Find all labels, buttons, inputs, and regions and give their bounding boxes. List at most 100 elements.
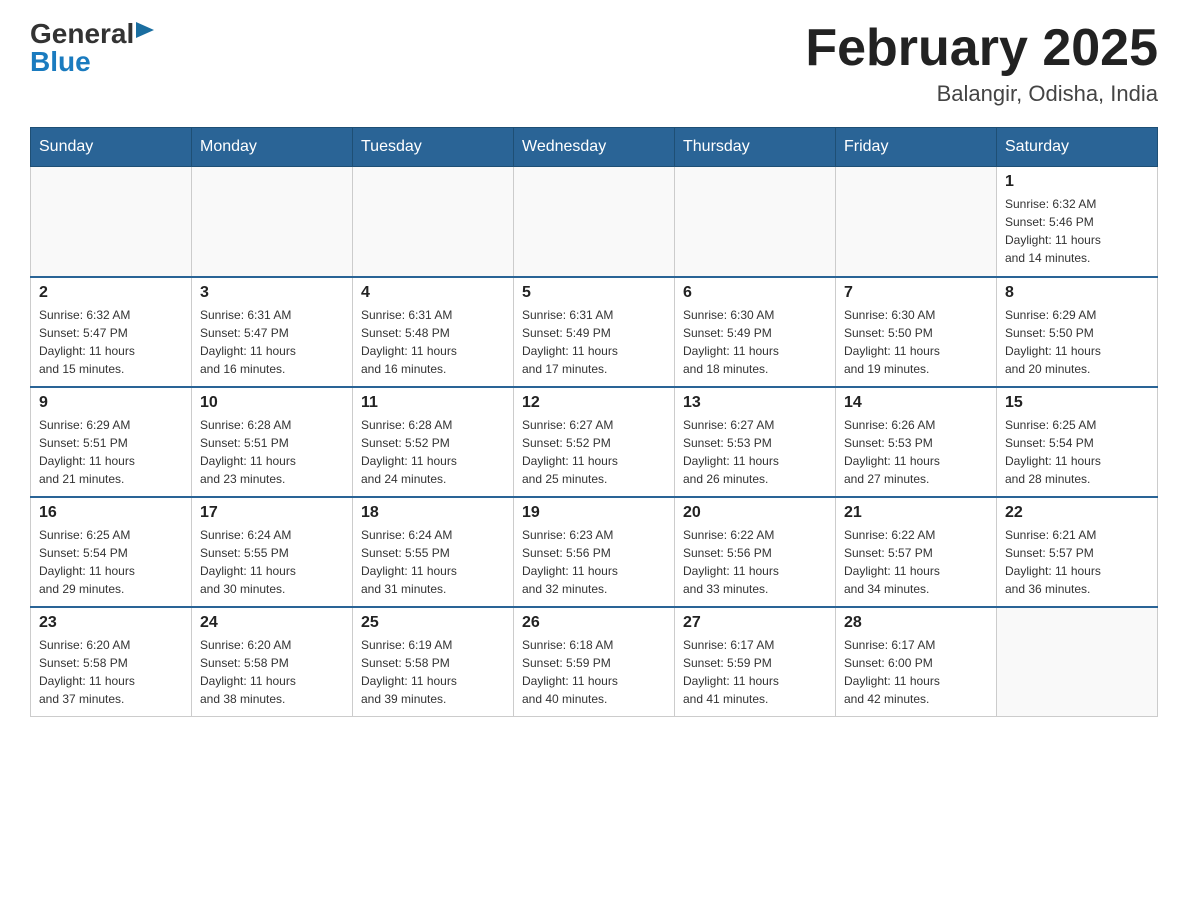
calendar-cell: 27Sunrise: 6:17 AM Sunset: 5:59 PM Dayli…	[675, 607, 836, 717]
calendar-cell	[997, 607, 1158, 717]
day-number: 5	[522, 284, 666, 302]
day-number: 4	[361, 284, 505, 302]
day-info: Sunrise: 6:24 AM Sunset: 5:55 PM Dayligh…	[361, 526, 505, 598]
calendar-cell: 2 Sunrise: 6:32 AM Sunset: 5:47 PM Daylig…	[31, 277, 192, 387]
calendar-week-row-2: 2 Sunrise: 6:32 AM Sunset: 5:47 PM Daylig…	[31, 277, 1158, 387]
day-info: Sunrise: 6:22 AM Sunset: 5:57 PM Dayligh…	[844, 526, 988, 598]
calendar-cell: 10 Sunrise: 6:28 AM Sunset: 5:51 PM Dayli…	[192, 387, 353, 497]
calendar-cell: 4 Sunrise: 6:31 AM Sunset: 5:48 PM Daylig…	[353, 277, 514, 387]
calendar-cell: 17 Sunrise: 6:24 AM Sunset: 5:55 PM Dayli…	[192, 497, 353, 607]
calendar-cell	[353, 167, 514, 277]
calendar-week-row-3: 9 Sunrise: 6:29 AM Sunset: 5:51 PM Daylig…	[31, 387, 1158, 497]
month-title: February 2025	[805, 20, 1158, 77]
calendar-cell: 19 Sunrise: 6:23 AM Sunset: 5:56 PM Dayli…	[514, 497, 675, 607]
day-info: Sunrise: 6:22 AM Sunset: 5:56 PM Dayligh…	[683, 526, 827, 598]
day-info: Sunrise: 6:26 AM Sunset: 5:53 PM Dayligh…	[844, 416, 988, 488]
day-number: 25	[361, 614, 505, 632]
day-number: 23	[39, 614, 183, 632]
calendar-cell: 28Sunrise: 6:17 AM Sunset: 6:00 PM Dayli…	[836, 607, 997, 717]
calendar-cell: 7 Sunrise: 6:30 AM Sunset: 5:50 PM Daylig…	[836, 277, 997, 387]
calendar-week-row-5: 23 Sunrise: 6:20 AM Sunset: 5:58 PM Dayli…	[31, 607, 1158, 717]
title-block: February 2025 Balangir, Odisha, India	[805, 20, 1158, 107]
calendar-cell: 9 Sunrise: 6:29 AM Sunset: 5:51 PM Daylig…	[31, 387, 192, 497]
location: Balangir, Odisha, India	[805, 81, 1158, 107]
day-info: Sunrise: 6:19 AM Sunset: 5:58 PM Dayligh…	[361, 636, 505, 708]
day-info: Sunrise: 6:24 AM Sunset: 5:55 PM Dayligh…	[200, 526, 344, 598]
day-info: Sunrise: 6:31 AM Sunset: 5:47 PM Dayligh…	[200, 306, 344, 378]
day-number: 21	[844, 504, 988, 522]
calendar-cell: 3 Sunrise: 6:31 AM Sunset: 5:47 PM Daylig…	[192, 277, 353, 387]
calendar-table: SundayMondayTuesdayWednesdayThursdayFrid…	[30, 127, 1158, 717]
calendar-header-friday: Friday	[836, 128, 997, 167]
day-number: 9	[39, 394, 183, 412]
day-number: 14	[844, 394, 988, 412]
day-number: 24	[200, 614, 344, 632]
calendar-cell: 1 Sunrise: 6:32 AM Sunset: 5:46 PM Daylig…	[997, 167, 1158, 277]
calendar-header-sunday: Sunday	[31, 128, 192, 167]
calendar-cell: 26 Sunrise: 6:18 AM Sunset: 5:59 PM Dayli…	[514, 607, 675, 717]
day-info: Sunrise: 6:25 AM Sunset: 5:54 PM Dayligh…	[39, 526, 183, 598]
calendar-header-saturday: Saturday	[997, 128, 1158, 167]
day-info: Sunrise: 6:32 AM Sunset: 5:46 PM Dayligh…	[1005, 195, 1149, 267]
day-number: 3	[200, 284, 344, 302]
day-info: Sunrise: 6:31 AM Sunset: 5:49 PM Dayligh…	[522, 306, 666, 378]
day-number: 28	[844, 614, 988, 632]
day-info: Sunrise: 6:23 AM Sunset: 5:56 PM Dayligh…	[522, 526, 666, 598]
day-info: Sunrise: 6:20 AM Sunset: 5:58 PM Dayligh…	[200, 636, 344, 708]
day-number: 15	[1005, 394, 1149, 412]
day-number: 2	[39, 284, 183, 302]
day-number: 18	[361, 504, 505, 522]
day-number: 17	[200, 504, 344, 522]
day-number: 10	[200, 394, 344, 412]
day-info: Sunrise: 6:29 AM Sunset: 5:50 PM Dayligh…	[1005, 306, 1149, 378]
calendar-cell: 6Sunrise: 6:30 AM Sunset: 5:49 PM Daylig…	[675, 277, 836, 387]
day-number: 1	[1005, 173, 1149, 191]
day-number: 20	[683, 504, 827, 522]
day-info: Sunrise: 6:29 AM Sunset: 5:51 PM Dayligh…	[39, 416, 183, 488]
calendar-cell: 21 Sunrise: 6:22 AM Sunset: 5:57 PM Dayli…	[836, 497, 997, 607]
day-info: Sunrise: 6:32 AM Sunset: 5:47 PM Dayligh…	[39, 306, 183, 378]
calendar-cell: 22Sunrise: 6:21 AM Sunset: 5:57 PM Dayli…	[997, 497, 1158, 607]
calendar-cell: 5 Sunrise: 6:31 AM Sunset: 5:49 PM Daylig…	[514, 277, 675, 387]
calendar-cell	[31, 167, 192, 277]
calendar-cell	[836, 167, 997, 277]
day-number: 16	[39, 504, 183, 522]
day-number: 7	[844, 284, 988, 302]
calendar-cell: 25 Sunrise: 6:19 AM Sunset: 5:58 PM Dayli…	[353, 607, 514, 717]
calendar-cell: 23 Sunrise: 6:20 AM Sunset: 5:58 PM Dayli…	[31, 607, 192, 717]
day-number: 12	[522, 394, 666, 412]
logo: General Blue	[30, 20, 156, 76]
calendar-header-wednesday: Wednesday	[514, 128, 675, 167]
day-info: Sunrise: 6:25 AM Sunset: 5:54 PM Dayligh…	[1005, 416, 1149, 488]
calendar-cell: 15 Sunrise: 6:25 AM Sunset: 5:54 PM Dayli…	[997, 387, 1158, 497]
calendar-cell	[514, 167, 675, 277]
day-info: Sunrise: 6:20 AM Sunset: 5:58 PM Dayligh…	[39, 636, 183, 708]
day-number: 19	[522, 504, 666, 522]
logo-blue-text: Blue	[30, 48, 91, 76]
calendar-week-row-1: 1 Sunrise: 6:32 AM Sunset: 5:46 PM Daylig…	[31, 167, 1158, 277]
day-number: 8	[1005, 284, 1149, 302]
calendar-week-row-4: 16 Sunrise: 6:25 AM Sunset: 5:54 PM Dayli…	[31, 497, 1158, 607]
calendar-cell	[192, 167, 353, 277]
day-number: 6	[683, 284, 827, 302]
calendar-cell	[675, 167, 836, 277]
calendar-header-monday: Monday	[192, 128, 353, 167]
calendar-cell: 12Sunrise: 6:27 AM Sunset: 5:52 PM Dayli…	[514, 387, 675, 497]
calendar-cell: 24 Sunrise: 6:20 AM Sunset: 5:58 PM Dayli…	[192, 607, 353, 717]
calendar-cell: 18 Sunrise: 6:24 AM Sunset: 5:55 PM Dayli…	[353, 497, 514, 607]
day-info: Sunrise: 6:31 AM Sunset: 5:48 PM Dayligh…	[361, 306, 505, 378]
calendar-cell: 11 Sunrise: 6:28 AM Sunset: 5:52 PM Dayli…	[353, 387, 514, 497]
logo-general-text: General	[30, 20, 134, 48]
day-info: Sunrise: 6:28 AM Sunset: 5:52 PM Dayligh…	[361, 416, 505, 488]
calendar-header-row: SundayMondayTuesdayWednesdayThursdayFrid…	[31, 128, 1158, 167]
day-number: 26	[522, 614, 666, 632]
day-number: 11	[361, 394, 505, 412]
day-info: Sunrise: 6:17 AM Sunset: 5:59 PM Dayligh…	[683, 636, 827, 708]
day-info: Sunrise: 6:21 AM Sunset: 5:57 PM Dayligh…	[1005, 526, 1149, 598]
calendar-cell: 8 Sunrise: 6:29 AM Sunset: 5:50 PM Daylig…	[997, 277, 1158, 387]
day-info: Sunrise: 6:28 AM Sunset: 5:51 PM Dayligh…	[200, 416, 344, 488]
day-info: Sunrise: 6:30 AM Sunset: 5:50 PM Dayligh…	[844, 306, 988, 378]
logo-flag-icon	[136, 22, 156, 42]
calendar-cell: 16 Sunrise: 6:25 AM Sunset: 5:54 PM Dayli…	[31, 497, 192, 607]
day-info: Sunrise: 6:18 AM Sunset: 5:59 PM Dayligh…	[522, 636, 666, 708]
